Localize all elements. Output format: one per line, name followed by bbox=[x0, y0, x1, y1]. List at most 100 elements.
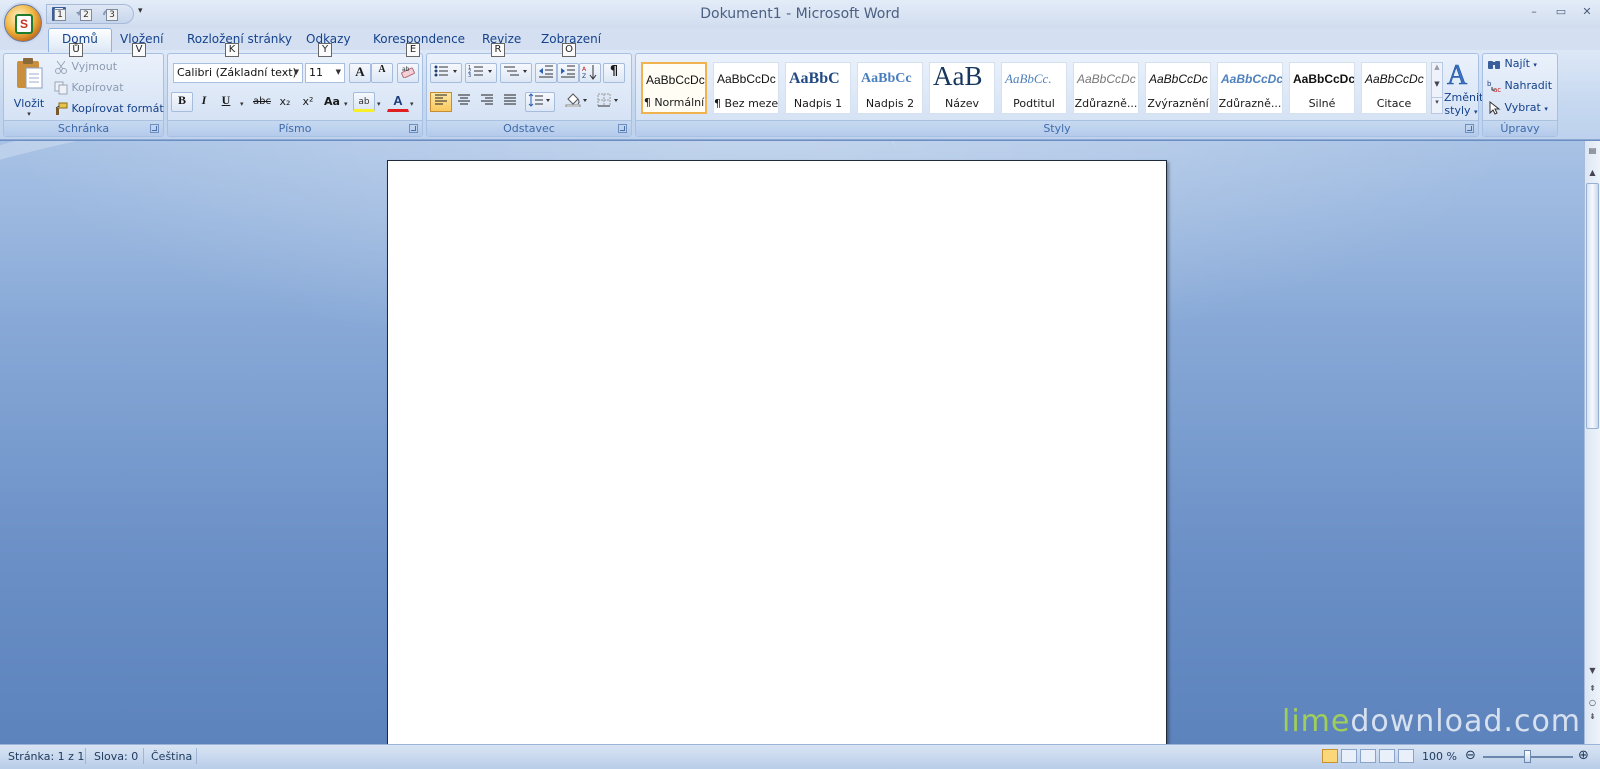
select-browse-object-icon[interactable]: ○ bbox=[1586, 697, 1599, 709]
draft-view-icon[interactable] bbox=[1398, 749, 1414, 763]
line-spacing-icon bbox=[528, 93, 550, 107]
clear-formatting-button[interactable]: ab bbox=[397, 63, 419, 83]
style-name: ¶ Bez mezer bbox=[714, 97, 778, 110]
font-color-dropdown-icon[interactable]: ▾ bbox=[410, 100, 414, 108]
web-layout-view-icon[interactable] bbox=[1360, 749, 1376, 763]
document-page[interactable] bbox=[387, 160, 1167, 744]
language-indicator[interactable]: Čeština bbox=[151, 750, 192, 763]
font-name-combo[interactable]: Calibri (Základní text) ▼ bbox=[173, 63, 303, 83]
editing-group: Najít ▾ b ac Nahradit Vybrat ▾ Úpravy bbox=[1482, 53, 1558, 137]
previous-page-icon[interactable]: ⇞ bbox=[1586, 683, 1599, 695]
bullets-button[interactable] bbox=[430, 63, 462, 83]
change-case-button[interactable]: Aa bbox=[321, 92, 343, 112]
paste-button[interactable]: Vložit ▾ bbox=[10, 56, 48, 118]
justify-icon bbox=[504, 94, 516, 105]
align-center-button[interactable] bbox=[453, 92, 475, 112]
vertical-scrollbar[interactable]: ▤ ▲ ▼ ⇞ ○ ⇟ bbox=[1584, 141, 1600, 744]
copy-button[interactable]: Kopírovat bbox=[54, 81, 124, 95]
shrink-font-button[interactable]: A bbox=[371, 63, 393, 83]
full-screen-reading-view-icon[interactable] bbox=[1341, 749, 1357, 763]
scroll-down-icon[interactable]: ▼ bbox=[1586, 665, 1599, 677]
clipboard-dialog-launcher[interactable] bbox=[150, 124, 159, 133]
cut-button[interactable]: Vyjmout bbox=[54, 60, 117, 74]
italic-button[interactable]: I bbox=[193, 92, 215, 112]
print-layout-view-icon[interactable] bbox=[1322, 749, 1338, 763]
font-dialog-launcher[interactable] bbox=[409, 124, 418, 133]
style-strong[interactable]: AaBbCcDc Silné bbox=[1289, 62, 1355, 114]
style-heading-2[interactable]: AaBbCc Nadpis 2 bbox=[857, 62, 923, 114]
style-sample: AaBbCc bbox=[861, 71, 912, 86]
increase-indent-button[interactable] bbox=[557, 63, 579, 83]
scroll-up-icon[interactable]: ▲ bbox=[1432, 63, 1442, 80]
ribbon: Vložit ▾ Vyjmout Kopírovat Kopírovat for… bbox=[0, 50, 1600, 140]
style-name: Citace bbox=[1376, 97, 1412, 110]
zoom-out-icon[interactable]: ⊖ bbox=[1465, 748, 1476, 763]
tab-page-layout[interactable]: Rozložení stránky bbox=[187, 32, 292, 46]
watermark-logo: limedownload.com bbox=[1282, 704, 1581, 739]
scroll-thumb[interactable] bbox=[1586, 183, 1599, 429]
show-formatting-marks-button[interactable]: ¶ bbox=[603, 63, 625, 83]
change-styles-icon: A bbox=[1447, 60, 1469, 92]
restore-button[interactable]: ▭ bbox=[1550, 3, 1572, 21]
font-size-combo[interactable]: 11 ▼ bbox=[305, 63, 345, 83]
change-styles-label-line1: Změnit bbox=[1444, 91, 1484, 104]
style-subtitle[interactable]: AaBbCc. Podtitul bbox=[1001, 62, 1067, 114]
minimize-button[interactable]: – bbox=[1523, 3, 1545, 21]
outline-view-icon[interactable] bbox=[1379, 749, 1395, 763]
page-count[interactable]: Stránka: 1 z 1 bbox=[8, 750, 84, 763]
font-color-button[interactable]: A bbox=[387, 92, 409, 112]
strikethrough-button[interactable]: abc bbox=[251, 92, 273, 112]
scroll-down-icon[interactable]: ▼ bbox=[1432, 80, 1442, 97]
subscript-button[interactable]: x₂ bbox=[274, 92, 296, 112]
ruler-toggle-icon[interactable]: ▤ bbox=[1586, 145, 1599, 157]
shading-button[interactable] bbox=[562, 92, 592, 112]
multilevel-list-button[interactable] bbox=[500, 63, 532, 83]
multilevel-list-icon bbox=[504, 66, 527, 76]
underline-dropdown-icon[interactable]: ▾ bbox=[240, 100, 244, 108]
select-label: Vybrat bbox=[1504, 101, 1541, 114]
style-name: Zdůrazně... bbox=[1218, 97, 1282, 110]
superscript-button[interactable]: x² bbox=[297, 92, 319, 112]
zoom-in-icon[interactable]: ⊕ bbox=[1578, 748, 1589, 763]
highlight-button[interactable]: ab bbox=[353, 92, 375, 112]
office-button[interactable]: S bbox=[4, 4, 42, 42]
highlight-dropdown-icon[interactable]: ▾ bbox=[377, 100, 381, 108]
style-subtle-emphasis[interactable]: AaBbCcDc Zdůrazně... bbox=[1073, 62, 1139, 114]
change-styles-button[interactable]: A Změnit styly ▾ bbox=[1444, 58, 1484, 117]
sort-button[interactable]: AZ bbox=[579, 63, 601, 83]
style-sample: AaBbCcDc bbox=[1149, 72, 1208, 86]
replace-button[interactable]: b ac Nahradit bbox=[1487, 79, 1552, 93]
style-heading-1[interactable]: AaBbC Nadpis 1 bbox=[785, 62, 851, 114]
justify-button[interactable] bbox=[499, 92, 521, 112]
zoom-slider-thumb[interactable] bbox=[1524, 750, 1531, 763]
styles-dialog-launcher[interactable] bbox=[1465, 124, 1474, 133]
style-intense-emphasis[interactable]: AaBbCcDc Zdůrazně... bbox=[1217, 62, 1283, 114]
style-no-spacing[interactable]: AaBbCcDc ¶ Bez mezer bbox=[713, 62, 779, 114]
word-count[interactable]: Slova: 0 bbox=[94, 750, 138, 763]
next-page-icon[interactable]: ⇟ bbox=[1586, 711, 1599, 723]
numbering-button[interactable]: 123 bbox=[465, 63, 497, 83]
more-styles-icon[interactable]: ▾ bbox=[1432, 97, 1442, 113]
zoom-level[interactable]: 100 % bbox=[1422, 750, 1457, 763]
scroll-up-icon[interactable]: ▲ bbox=[1586, 167, 1599, 179]
underline-button[interactable]: U bbox=[215, 92, 237, 112]
align-right-button[interactable] bbox=[476, 92, 498, 112]
paragraph-group-label: Odstavec bbox=[427, 120, 631, 136]
style-emphasis[interactable]: AaBbCcDc Zvýraznění bbox=[1145, 62, 1211, 114]
style-quote[interactable]: AaBbCcDc Citace bbox=[1361, 62, 1427, 114]
grow-font-button[interactable]: A bbox=[349, 63, 371, 83]
change-case-dropdown-icon[interactable]: ▾ bbox=[344, 100, 348, 108]
bold-button[interactable]: B bbox=[171, 92, 193, 112]
style-normal[interactable]: AaBbCcDc ¶ Normální bbox=[641, 62, 707, 114]
format-painter-button[interactable]: Kopírovat formát bbox=[54, 102, 164, 116]
paragraph-dialog-launcher[interactable] bbox=[618, 124, 627, 133]
style-title[interactable]: AaB Název bbox=[929, 62, 995, 114]
select-button[interactable]: Vybrat ▾ bbox=[1487, 101, 1548, 115]
decrease-indent-button[interactable] bbox=[535, 63, 557, 83]
align-left-button[interactable] bbox=[430, 92, 452, 112]
close-button[interactable]: ✕ bbox=[1576, 3, 1598, 21]
find-button[interactable]: Najít ▾ bbox=[1487, 57, 1537, 71]
line-spacing-button[interactable] bbox=[525, 92, 555, 112]
borders-button[interactable] bbox=[594, 92, 624, 112]
style-sample: AaBbCcDc bbox=[646, 73, 705, 87]
